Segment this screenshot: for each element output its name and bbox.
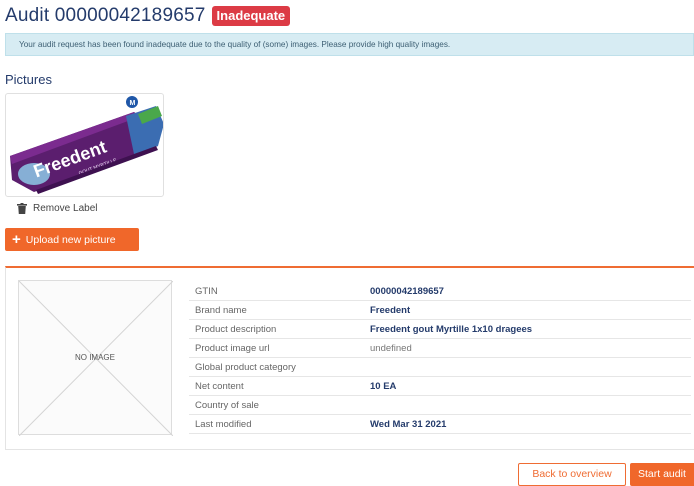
page-title: Audit 00000042189657 [5,5,206,26]
property-row: Net content 10 EA [189,377,691,396]
property-row: GTIN 00000042189657 [189,282,691,301]
property-label: Last modified [195,418,252,430]
product-properties-table: GTIN 00000042189657 Brand name Freedent … [189,282,691,434]
property-value: undefined [370,342,412,354]
property-label: Country of sale [195,399,259,411]
property-label: Brand name [195,304,247,316]
property-row: Brand name Freedent [189,301,691,320]
property-value: Freedent [370,304,411,316]
property-label: GTIN [195,285,218,297]
remove-label-text: Remove Label [33,203,98,214]
property-row: Country of sale [189,396,691,415]
gum-pack-image: M Freedent GOUT MYRTILLE [10,96,163,194]
product-picture-thumbnail[interactable]: M Freedent GOUT MYRTILLE [5,93,164,197]
pictures-section-title: Pictures [5,72,52,87]
inadequate-alert: Your audit request has been found inadeq… [5,33,694,56]
no-image-text: NO IMAGE [74,353,115,362]
upload-picture-label: Upload new picture [25,233,116,246]
property-label: Net content [195,380,244,392]
property-value: Wed Mar 31 2021 [370,418,447,430]
property-row: Product image url undefined [189,339,691,358]
property-label: Product description [195,323,277,335]
remove-label-link[interactable]: Remove Label [17,203,97,214]
start-audit-button[interactable]: Start audit [630,463,694,486]
upload-picture-button[interactable]: + Upload new picture [5,228,139,251]
status-badge: Inadequate [211,6,291,26]
property-row: Product description Freedent gout Myrtil… [189,320,691,339]
svg-text:M: M [130,100,136,107]
property-row: Last modified Wed Mar 31 2021 [189,415,691,434]
audit-page: Audit 00000042189657 Inadequate Your aud… [0,0,694,486]
property-row: Global product category [189,358,691,377]
property-value: Freedent gout Myrtille 1x10 dragees [370,323,533,335]
no-image-placeholder: NO IMAGE [18,280,173,436]
property-label: Product image url [195,342,270,354]
product-details-card: NO IMAGE GTIN 00000042189657 Brand name … [5,266,694,450]
back-to-overview-button[interactable]: Back to overview [518,463,626,486]
page-header: Audit 00000042189657 Inadequate [5,4,291,28]
trash-icon [17,203,27,214]
property-value: 00000042189657 [370,285,444,297]
plus-icon: + [12,231,21,248]
property-label: Global product category [195,361,296,373]
property-value: 10 EA [370,380,397,392]
